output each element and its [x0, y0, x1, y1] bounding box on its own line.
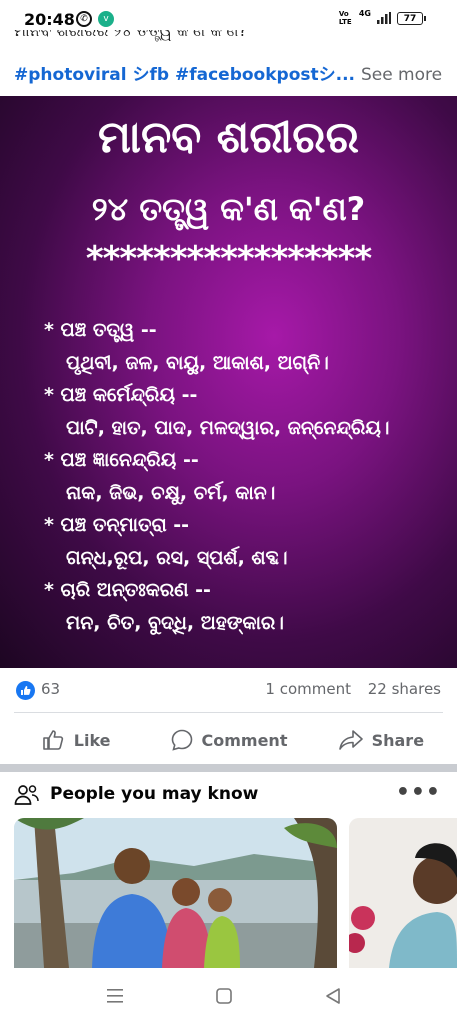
volte-label: Vo LTE [338, 10, 352, 26]
post-actions: Like Comment Share [0, 718, 457, 762]
comment-count[interactable]: 1 comment [265, 680, 351, 698]
caption-text: ମାନବ ଶରୀରର ୨୪ ତତ୍ତ୍ୱ କ'ଣ କ'ଣ? [14, 30, 248, 40]
like-count[interactable]: 63 [41, 680, 60, 698]
like-button[interactable]: Like [0, 718, 152, 762]
share-count[interactable]: 22 shares [368, 680, 441, 698]
people-icon [14, 785, 39, 805]
feed-separator [0, 764, 457, 772]
section-title: People you may know [50, 784, 259, 804]
comment-button[interactable]: Comment [152, 718, 304, 762]
share-label: Share [371, 730, 425, 750]
comment-share-counts: 1 comment 22 shares [253, 680, 441, 698]
reactions-summary[interactable]: 63 1 comment 22 shares [0, 668, 457, 712]
see-more-link[interactable]: See more [361, 65, 442, 85]
status-system-icons: Vo LTE 4G 77 [338, 8, 426, 26]
list-body: ନାକ, ଜିଭ, ଚକ୍ଷୁ, ଚର୍ମ, କାନ। [66, 481, 276, 504]
suggestion-photo [14, 818, 337, 968]
more-options-icon[interactable]: ••• [396, 780, 441, 805]
status-time: 20:48 [24, 10, 75, 29]
list-heading: * ଚାରି ଅନ୍ତଃକରଣ -- [44, 579, 211, 601]
signal-bars-icon [377, 12, 391, 24]
comment-label: Comment [201, 730, 288, 750]
list-body: ମନ, ଚିତ, ବୁଦ୍ଧି, ଅହଙ୍କାର। [66, 611, 284, 634]
list-body: ପାଟି, ହାତ, ପାଦ, ମଳଦ୍ୱାର, ଜନ୍ନେନ୍ଦ୍ରିୟ। [66, 416, 390, 439]
suggestion-card[interactable] [349, 818, 457, 968]
system-navigation-bar [0, 972, 457, 1024]
share-icon [338, 730, 363, 750]
vpn-icon: v [98, 11, 114, 27]
image-element-list: * ପଞ୍ଚ ତତ୍ତ୍ୱ -- ପୃଥିବୀ, ଜଳ, ବାୟୁ, ଆକାଶ,… [44, 314, 444, 639]
image-title: ମାନବ ଶରୀରର [98, 112, 359, 163]
like-label: Like [73, 730, 111, 750]
menu-icon[interactable] [106, 988, 124, 1004]
battery-level: 77 [403, 13, 417, 24]
list-heading: * ପଞ୍ଚ ତନ୍ମାତ୍ରା -- [44, 514, 190, 536]
thumbs-up-icon [42, 730, 63, 750]
list-body: ପୃଥିବୀ, ଜଳ, ବାୟୁ, ଆକାଶ, ଅଗ୍ନି। [66, 351, 329, 374]
status-notification-icons: ✆ v [76, 11, 114, 27]
people-you-may-know-section: People you may know ••• [0, 772, 457, 972]
whatsapp-icon: ✆ [76, 11, 92, 27]
battery-icon: 77 [397, 11, 426, 25]
image-subtitle: ୨୪ ତତ୍ତ୍ୱ କ'ଣ କ'ଣ? [91, 190, 366, 228]
list-heading: * ପଞ୍ଚ ଜ୍ଞାନେନ୍ଦ୍ରିୟ -- [44, 449, 199, 471]
like-reaction-icon [16, 681, 35, 700]
divider [14, 712, 443, 713]
list-heading: * ପଞ୍ଚ କର୍ମେନ୍ଦ୍ରିୟ -- [44, 384, 198, 406]
list-body: ଗନ୍ଧ,ରୂପ, ରସ, ସ୍ପର୍ଶ, ଶବ୍ଦ। [66, 546, 288, 569]
post-caption-partial: ମାନବ ଶରୀରର ୨୪ ତତ୍ତ୍ୱ କ'ଣ କ'ଣ? [14, 30, 444, 48]
share-button[interactable]: Share [305, 718, 457, 762]
suggestion-card[interactable] [14, 818, 337, 968]
image-divider-stars: ***************** [85, 239, 372, 279]
suggestion-photo [349, 818, 457, 968]
post-image[interactable]: ମାନବ ଶରୀରର ୨୪ ତତ୍ତ୍ୱ କ'ଣ କ'ଣ? **********… [0, 96, 457, 668]
home-icon[interactable] [215, 987, 233, 1005]
comment-icon [171, 729, 192, 751]
hashtag-links[interactable]: #photoviral シfb #facebookpostシ... [14, 65, 355, 85]
signal-icon: 4G [358, 8, 371, 18]
back-icon[interactable] [324, 987, 342, 1005]
list-heading: * ପଞ୍ଚ ତତ୍ତ୍ୱ -- [44, 319, 157, 341]
post-hashtags[interactable]: #photoviral シfb #facebookpostシ... See mo… [14, 60, 442, 85]
